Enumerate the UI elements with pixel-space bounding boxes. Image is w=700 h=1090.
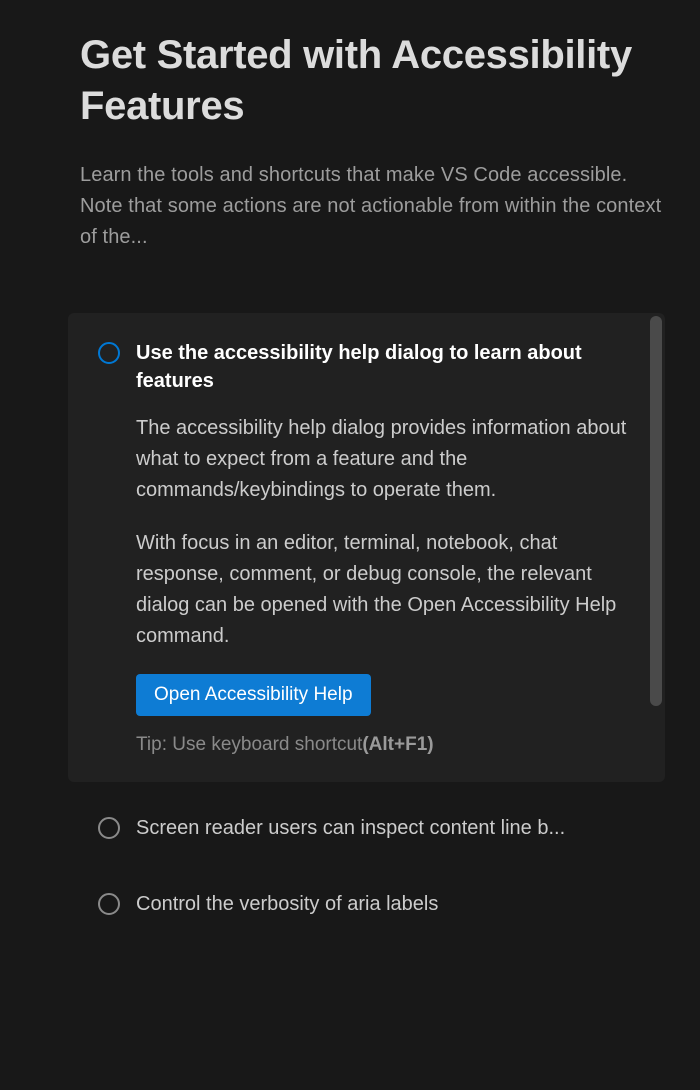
step-item-verbosity[interactable]: Control the verbosity of aria labels (68, 882, 665, 926)
step-header: Use the accessibility help dialog to lea… (98, 339, 627, 395)
step-description-2: With focus in an editor, terminal, noteb… (136, 528, 627, 652)
step-item-screen-reader[interactable]: Screen reader users can inspect content … (68, 806, 665, 850)
step-card-active[interactable]: Use the accessibility help dialog to lea… (68, 313, 665, 782)
step-body: The accessibility help dialog provides i… (98, 413, 627, 756)
step-description-1: The accessibility help dialog provides i… (136, 413, 627, 506)
step-status-icon (98, 817, 120, 839)
step-title: Control the verbosity of aria labels (136, 890, 438, 918)
steps-list: Use the accessibility help dialog to lea… (68, 313, 665, 926)
step-tip: Tip: Use keyboard shortcut(Alt+F1) (136, 734, 627, 756)
walkthrough-container: Get Started with Accessibility Features … (0, 30, 700, 926)
tip-prefix: Tip: Use keyboard shortcut (136, 734, 362, 755)
step-title: Screen reader users can inspect content … (136, 814, 565, 842)
step-status-icon (98, 893, 120, 915)
page-title: Get Started with Accessibility Features (80, 30, 665, 132)
open-accessibility-help-button[interactable]: Open Accessibility Help (136, 674, 371, 716)
step-status-icon (98, 342, 120, 364)
tip-shortcut: (Alt+F1) (362, 734, 433, 755)
page-subtitle: Learn the tools and shortcuts that make … (80, 160, 665, 253)
scrollbar[interactable] (650, 316, 662, 706)
step-title: Use the accessibility help dialog to lea… (136, 339, 627, 395)
